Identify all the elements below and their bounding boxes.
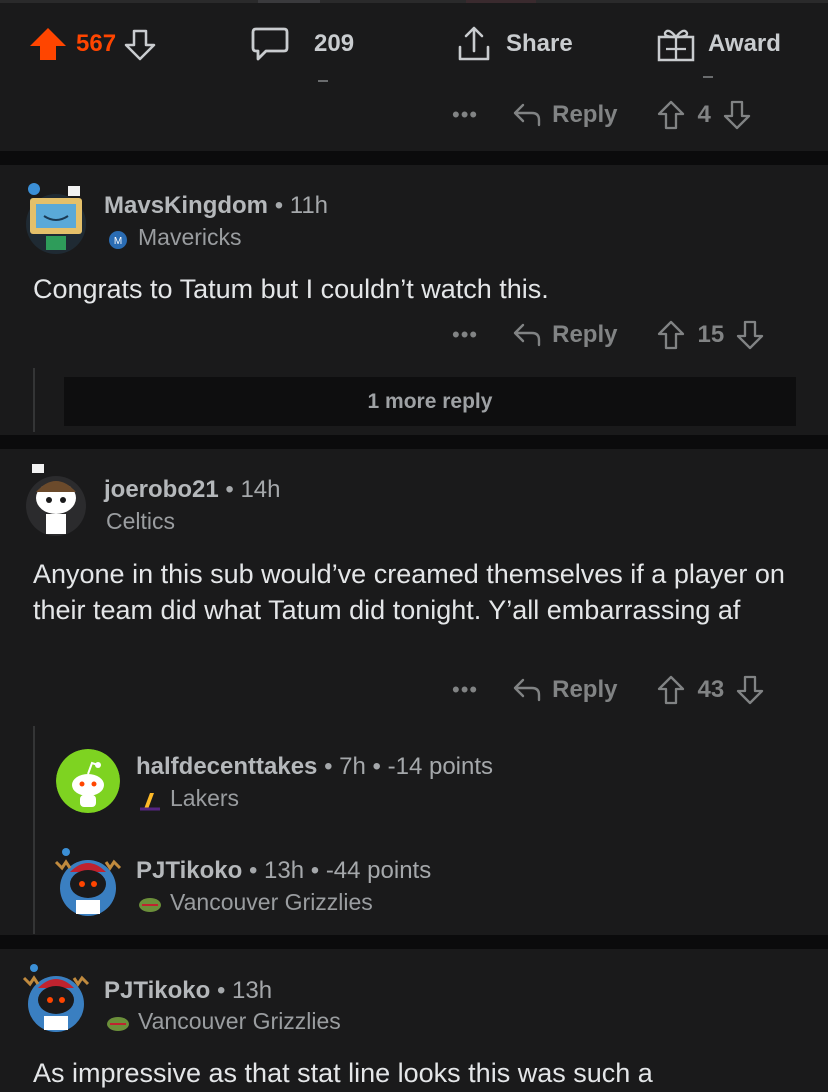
share-button[interactable]: Share xyxy=(454,14,573,74)
post-action-bar: 567 209 Share Award xyxy=(0,14,828,74)
comment-header: PJTikoko • 13h xyxy=(104,977,273,1004)
flair-text: Vancouver Grizzlies xyxy=(138,1008,341,1034)
reply-button[interactable]: Reply xyxy=(512,676,617,704)
downvote-arrow-icon xyxy=(723,100,750,130)
reply-button[interactable]: Reply xyxy=(512,101,617,129)
post-vote-group: 567 xyxy=(28,14,156,74)
vote-count: 15 xyxy=(697,321,725,348)
avatar[interactable] xyxy=(24,180,88,256)
comment-time: 13h xyxy=(232,977,273,1004)
flair-text: Vancouver Grizzlies xyxy=(170,889,373,915)
reply-arrow-icon xyxy=(513,678,541,702)
username[interactable]: MavsKingdom xyxy=(104,192,268,219)
comment-time: 14h xyxy=(240,476,281,503)
divider-mark xyxy=(318,80,328,82)
comments-button[interactable]: 209 xyxy=(250,14,354,74)
comment-vote-group: 43 xyxy=(657,675,764,705)
share-label: Share xyxy=(506,30,573,57)
comment-separator xyxy=(0,151,828,165)
upvote-arrow-icon xyxy=(658,320,685,350)
avatar[interactable] xyxy=(24,462,88,538)
comment-header: MavsKingdom • 11h xyxy=(104,192,329,219)
grizzlies-logo-icon xyxy=(138,894,162,912)
username[interactable]: PJTikoko xyxy=(136,857,242,884)
award-button[interactable]: Award xyxy=(656,14,781,74)
downvote-arrow-icon[interactable] xyxy=(124,27,156,61)
thread-line xyxy=(33,726,35,934)
collapsed-reply-header[interactable]: halfdecenttakes • 7h • -14 points xyxy=(136,753,493,781)
svg-text:M: M xyxy=(114,236,122,247)
comment-body: As impressive as that stat line looks th… xyxy=(33,1058,653,1088)
avatar[interactable] xyxy=(56,749,120,813)
reply-arrow-icon xyxy=(513,103,541,127)
award-label: Award xyxy=(708,30,781,57)
flair-text: Mavericks xyxy=(138,224,242,250)
reply-arrow-icon xyxy=(513,323,541,347)
username[interactable]: halfdecenttakes xyxy=(136,753,317,780)
post-upvote-count: 567 xyxy=(76,30,117,57)
comments-count: 209 xyxy=(314,30,355,57)
upvote-arrow-icon[interactable] xyxy=(28,26,68,62)
grizzlies-logo-icon xyxy=(106,1013,130,1031)
comment-vote-group: 4 xyxy=(657,100,750,130)
comment-action-row: ••• Reply 4 xyxy=(452,93,751,137)
comment-action-row: ••• Reply 43 xyxy=(452,668,764,712)
more-options-icon[interactable]: ••• xyxy=(452,102,478,128)
thread-line xyxy=(33,368,35,432)
user-flair: Lakers xyxy=(138,785,239,812)
comment-points: -14 points xyxy=(387,753,494,780)
comment-body: Congrats to Tatum but I couldn’t watch t… xyxy=(33,274,549,304)
comment-time: 11h xyxy=(289,192,329,219)
lakers-logo-icon xyxy=(138,790,162,810)
avatar[interactable] xyxy=(20,962,92,1036)
divider-mark xyxy=(703,76,713,78)
upvote-arrow-icon xyxy=(658,675,685,705)
share-icon xyxy=(454,25,494,63)
comment-time: 13h xyxy=(264,857,305,884)
comment-header: joerobo21 • 14h xyxy=(104,476,281,503)
user-flair: Vancouver Grizzlies xyxy=(106,1008,341,1035)
comment-time: 7h xyxy=(339,753,366,780)
avatar[interactable] xyxy=(52,846,124,920)
mavericks-logo-icon: M xyxy=(106,229,130,249)
vote-count: 4 xyxy=(697,101,711,128)
upvote-arrow-icon xyxy=(658,100,685,130)
comment-bubble-icon xyxy=(250,26,290,62)
more-replies-button[interactable]: 1 more reply xyxy=(64,377,796,426)
username[interactable]: joerobo21 xyxy=(104,476,219,503)
reply-button[interactable]: Reply xyxy=(512,321,617,349)
reply-label: Reply xyxy=(552,321,618,348)
comment-points: -44 points xyxy=(325,857,432,884)
comment-vote-group: 15 xyxy=(657,320,764,350)
reply-label: Reply xyxy=(552,101,618,128)
more-options-icon[interactable]: ••• xyxy=(452,322,478,348)
user-flair: M Mavericks xyxy=(106,224,242,251)
username[interactable]: PJTikoko xyxy=(104,977,210,1004)
comment-separator xyxy=(0,935,828,949)
reply-label: Reply xyxy=(552,676,618,703)
more-options-icon[interactable]: ••• xyxy=(452,677,478,703)
comment-body: Anyone in this sub would’ve creamed them… xyxy=(33,559,785,625)
gift-award-icon xyxy=(656,25,696,63)
comment-action-row: ••• Reply 15 xyxy=(452,313,764,357)
comment-separator xyxy=(0,435,828,449)
downvote-arrow-icon xyxy=(737,675,764,705)
downvote-arrow-icon xyxy=(737,320,764,350)
flair-text: Celtics xyxy=(106,508,176,534)
vote-count: 43 xyxy=(697,676,725,703)
top-edge-bar xyxy=(0,0,828,3)
user-flair: Celtics xyxy=(106,508,175,535)
user-flair: Vancouver Grizzlies xyxy=(138,889,373,916)
flair-text: Lakers xyxy=(170,785,240,811)
collapsed-reply-header[interactable]: PJTikoko • 13h • -44 points xyxy=(136,857,431,885)
